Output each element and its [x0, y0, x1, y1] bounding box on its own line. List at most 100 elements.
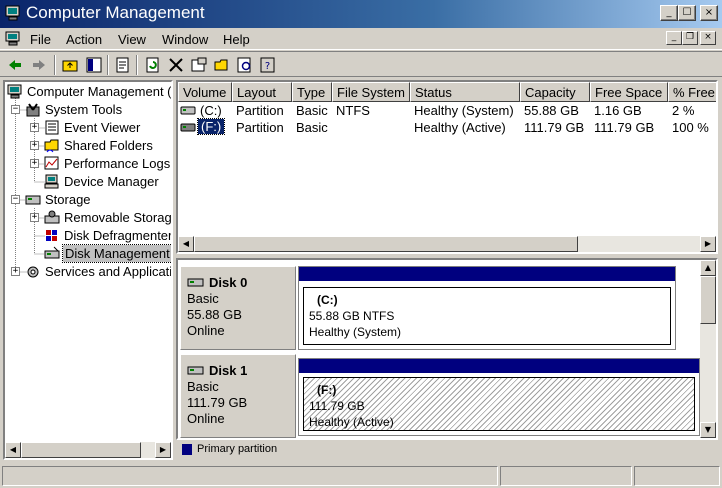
properties2-icon[interactable]: [190, 56, 208, 74]
legend-label: Primary partition: [197, 443, 278, 455]
mdi-restore-button[interactable]: ❐: [682, 31, 698, 45]
cell-volume: (C:): [200, 103, 222, 118]
cell-free-space: 1.16 GB: [594, 103, 642, 118]
menu-view[interactable]: View: [118, 32, 146, 47]
disk-graphical-view[interactable]: Disk 0 Basic 55.88 GB Online (C:) 55.88 …: [176, 258, 718, 440]
device-manager-icon: [44, 174, 59, 189]
tree-item-label: Event Viewer: [64, 120, 141, 135]
disk-0-info[interactable]: Disk 0 Basic 55.88 GB Online: [180, 266, 296, 350]
expand-event-viewer[interactable]: +: [30, 123, 39, 132]
tree-item-label: Disk Defragmenter: [64, 228, 173, 243]
scroll-down-button[interactable]: ▼: [700, 422, 716, 438]
scroll-left-button[interactable]: ◀: [5, 442, 21, 458]
list-horizontal-scrollbar[interactable]: ◀ ▶: [178, 236, 716, 252]
title-bar[interactable]: Computer Management _ ☐ ×: [0, 0, 722, 28]
menu-help[interactable]: Help: [223, 32, 250, 47]
column-status[interactable]: Status: [410, 82, 520, 102]
scroll-thumb[interactable]: [194, 236, 578, 252]
shared-folders-icon: [44, 139, 59, 153]
scroll-right-button[interactable]: ▶: [700, 236, 716, 252]
scroll-left-button[interactable]: ◀: [178, 236, 194, 252]
mdi-close-button[interactable]: ×: [700, 31, 716, 45]
expand-performance-logs[interactable]: +: [30, 159, 39, 168]
disk-1-info[interactable]: Disk 1 Basic 111.79 GB Online: [180, 354, 296, 438]
primary-partition-bar: [299, 359, 699, 373]
cell-file-system: NTFS: [336, 103, 370, 118]
volume-status: Healthy (Active): [309, 415, 394, 429]
volume-label: (F:): [317, 383, 337, 397]
performance-icon: [44, 156, 59, 170]
forward-icon[interactable]: [30, 56, 48, 74]
show-hide-tree-icon[interactable]: [85, 56, 103, 74]
window-title: Computer Management: [26, 3, 205, 22]
child-window-icon[interactable]: [5, 31, 21, 46]
menu-file[interactable]: File: [30, 32, 51, 47]
disk-management-icon: [44, 246, 60, 259]
disk-icon: [187, 366, 204, 375]
disk-state: Online: [187, 323, 225, 338]
refresh-icon[interactable]: [144, 56, 162, 74]
menu-action[interactable]: Action: [66, 32, 102, 47]
expand-shared-folders[interactable]: +: [30, 141, 39, 150]
scroll-up-button[interactable]: ▲: [700, 260, 716, 276]
column-free-space[interactable]: Free Space: [590, 82, 668, 102]
volume-size: 111.79 GB: [309, 399, 365, 413]
removable-storage-icon: [44, 210, 60, 224]
column-layout[interactable]: Layout: [232, 82, 292, 102]
disk-size: 111.79 GB: [187, 395, 248, 410]
table-row[interactable]: (F:) Partition Basic Healthy (Active) 11…: [178, 118, 716, 136]
cell-type: Basic: [296, 103, 328, 118]
volume-list[interactable]: Volume Layout Type File System Status Ca…: [176, 80, 718, 254]
volume-c[interactable]: (C:) 55.88 GB NTFS Healthy (System): [298, 266, 676, 350]
tree-item-label: Disk Management: [62, 244, 171, 263]
properties-icon[interactable]: [114, 56, 132, 74]
scroll-thumb[interactable]: [700, 276, 716, 324]
minimize-button[interactable]: _: [660, 5, 678, 21]
legend: Primary partition: [176, 440, 718, 460]
up-folder-icon[interactable]: [61, 56, 79, 74]
volume-icon: [180, 106, 196, 115]
tree-item-label: Shared Folders: [64, 138, 153, 153]
column-type[interactable]: Type: [292, 82, 332, 102]
back-icon[interactable]: [6, 56, 24, 74]
open-icon[interactable]: [213, 56, 231, 74]
menu-bar: File Action View Window Help _ ❐ ×: [0, 28, 722, 50]
expand-services-and-applications[interactable]: +: [11, 267, 20, 276]
services-icon: [27, 266, 39, 278]
computer-icon: [7, 84, 22, 99]
column-file-system[interactable]: File System: [332, 82, 410, 102]
menu-window[interactable]: Window: [162, 32, 208, 47]
status-bar: [0, 464, 722, 488]
close-button[interactable]: ×: [700, 5, 718, 21]
status-panel-main: [2, 466, 498, 486]
mdi-minimize-button[interactable]: _: [666, 31, 682, 45]
volume-size: 55.88 GB NTFS: [309, 309, 395, 323]
primary-partition-swatch: [182, 444, 192, 455]
collapse-system-tools[interactable]: −: [11, 105, 20, 114]
search-icon[interactable]: [236, 56, 254, 74]
graph-vertical-scrollbar[interactable]: ▲ ▼: [700, 260, 716, 438]
console-tree[interactable]: Computer Management ( − System Tools + E…: [3, 80, 173, 460]
expand-removable-storage[interactable]: +: [30, 213, 39, 222]
tree-horizontal-scrollbar[interactable]: ◀ ▶: [5, 442, 171, 458]
column-percent-free[interactable]: % Free: [668, 82, 716, 102]
cell-free-space: 111.79 GB: [594, 120, 655, 135]
disk-icon: [187, 278, 204, 287]
column-volume[interactable]: Volume: [178, 82, 232, 102]
help-icon[interactable]: ?: [259, 56, 277, 74]
column-capacity[interactable]: Capacity: [520, 82, 590, 102]
defrag-icon: [46, 230, 57, 241]
cell-percent-free: 100 %: [672, 120, 709, 135]
disk-name: Disk 0: [209, 275, 248, 290]
disk-type: Basic: [187, 291, 219, 306]
volume-label: (C:): [317, 293, 338, 307]
delete-icon[interactable]: [167, 56, 185, 74]
maximize-button[interactable]: ☐: [678, 5, 696, 21]
volume-f-details: (F:) 111.79 GB Healthy (Active): [303, 377, 695, 431]
scroll-right-button[interactable]: ▶: [155, 442, 171, 458]
scroll-thumb[interactable]: [21, 442, 141, 458]
volume-f[interactable]: (F:) 111.79 GB Healthy (Active): [298, 358, 700, 436]
table-row[interactable]: (C:) Partition Basic NTFS Healthy (Syste…: [178, 102, 716, 119]
collapse-storage[interactable]: −: [11, 195, 20, 204]
tree-item-label: Device Manager: [64, 174, 159, 189]
